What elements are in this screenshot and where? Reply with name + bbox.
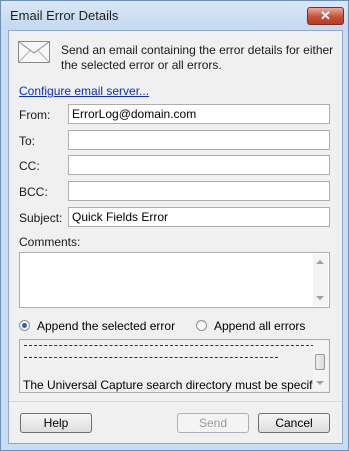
close-icon: ✕: [320, 8, 331, 23]
separator-line: [24, 345, 314, 346]
error-details-preview[interactable]: The Universal Capture search directory m…: [19, 339, 330, 393]
description-text: Send an email containing the error detai…: [61, 43, 334, 72]
error-preview-scrollbar[interactable]: [313, 341, 328, 391]
separator-line: [24, 357, 278, 358]
envelope-icon: [18, 41, 50, 63]
comments-scrollbar[interactable]: [313, 254, 328, 306]
comments-textarea[interactable]: [19, 252, 330, 308]
divider: [9, 401, 342, 402]
configure-email-server-link[interactable]: Configure email server...: [19, 84, 149, 98]
error-text: The Universal Capture search directory m…: [23, 378, 330, 392]
bcc-field[interactable]: [68, 181, 330, 201]
scroll-thumb[interactable]: [315, 354, 325, 370]
append-selected-radio[interactable]: [19, 320, 30, 331]
append-all-radio[interactable]: [196, 320, 207, 331]
cc-field[interactable]: [68, 155, 330, 175]
scroll-up-icon[interactable]: [316, 260, 324, 264]
from-label: From:: [19, 108, 51, 122]
append-selected-label[interactable]: Append the selected error: [37, 319, 175, 333]
close-button[interactable]: ✕: [307, 7, 344, 25]
comments-label: Comments:: [19, 235, 81, 249]
subject-field[interactable]: Quick Fields Error: [68, 207, 330, 227]
send-button[interactable]: Send: [177, 413, 249, 433]
help-button[interactable]: Help: [20, 413, 92, 433]
radio-selected-dot: [22, 323, 27, 328]
subject-label: Subject:: [19, 211, 63, 225]
cc-label: CC:: [19, 159, 40, 173]
append-all-label[interactable]: Append all errors: [214, 319, 305, 333]
scroll-down-icon[interactable]: [316, 381, 324, 385]
dialog-body: Send an email containing the error detai…: [8, 30, 343, 444]
window-title: Email Error Details: [10, 8, 119, 23]
email-error-details-window: Email Error Details ✕ Send an email cont…: [0, 0, 349, 451]
scroll-down-icon[interactable]: [316, 296, 324, 300]
to-label: To:: [19, 134, 36, 148]
to-field[interactable]: [68, 130, 330, 150]
bcc-label: BCC:: [19, 185, 48, 199]
cancel-button[interactable]: Cancel: [258, 413, 330, 433]
from-field[interactable]: ErrorLog@domain.com: [68, 104, 330, 124]
title-bar: Email Error Details ✕: [1, 1, 348, 29]
